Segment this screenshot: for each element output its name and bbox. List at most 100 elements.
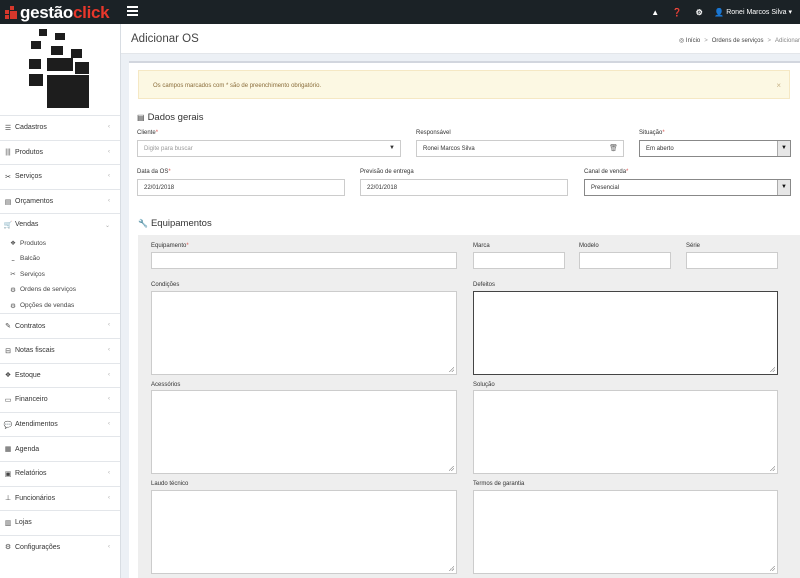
sidebar-item-financeiro[interactable]: ▭ Financeiro ‹ xyxy=(0,387,120,412)
sidebar-item-funcionarios[interactable]: ⊥ Funcionários ‹ xyxy=(0,485,120,511)
breadcrumb-section[interactable]: Ordens de serviços xyxy=(712,38,764,44)
responsavel-label: Responsável xyxy=(416,130,451,136)
chevron-left-icon: ‹ xyxy=(108,371,110,378)
condicoes-textarea[interactable] xyxy=(151,291,457,375)
cliente-label: Cliente* xyxy=(137,130,159,136)
condicoes-label: Condições xyxy=(151,282,180,288)
serie-label: Série xyxy=(686,243,701,249)
resize-handle-icon[interactable] xyxy=(449,367,454,372)
defeitos-label: Defeitos xyxy=(473,282,496,288)
gears-icon: ⚙ xyxy=(4,544,12,552)
canal-select[interactable]: Presencial ▼ xyxy=(584,179,791,196)
chevron-left-icon: ‹ xyxy=(108,494,110,501)
data-os-label: Data da OS* xyxy=(137,169,171,175)
menu-toggle-icon[interactable] xyxy=(127,6,138,16)
modelo-label: Modelo xyxy=(579,243,599,249)
wrench-icon: ⚙ xyxy=(10,286,16,294)
chevron-left-icon: ‹ xyxy=(108,197,110,204)
submenu-item-produtos[interactable]: ❖ Produtos xyxy=(0,235,120,251)
defeitos-textarea[interactable] xyxy=(473,291,778,375)
sidebar-item-estoque[interactable]: ❖ Estoque ‹ xyxy=(0,362,120,388)
sidebar-item-lojas[interactable]: ▥ Lojas xyxy=(0,510,120,535)
resize-handle-icon[interactable] xyxy=(770,466,775,471)
company-logo xyxy=(19,29,98,109)
resize-handle-icon[interactable] xyxy=(770,566,775,571)
select-arrow-icon: ▼ xyxy=(777,141,790,156)
canal-label: Canal de venda* xyxy=(584,169,629,175)
submenu-item-servicos[interactable]: ✂ Serviços xyxy=(0,267,120,283)
vendas-submenu: ❖ Produtos ⎵ Balcão ✂ Serviços ⚙ Ordens de s… xyxy=(0,235,120,313)
sidebar-item-atendimentos[interactable]: 💬 Atendimentos ‹ xyxy=(0,411,120,437)
sidebar-item-agenda[interactable]: ▦ Agenda xyxy=(0,436,120,461)
sidebar-item-configuracoes[interactable]: ⚙ Configurações ‹ xyxy=(0,534,120,560)
select-arrow-icon: ▼ xyxy=(777,180,790,195)
serie-input[interactable] xyxy=(686,252,778,269)
submenu-item-balcao[interactable]: ⎵ Balcão xyxy=(0,251,120,267)
submenu-item-opcoes-de-vendas[interactable]: ⚙ Opções de vendas xyxy=(0,298,120,314)
termos-textarea[interactable] xyxy=(473,490,778,574)
store-icon: ▥ xyxy=(4,519,12,527)
document-icon: ▤ xyxy=(4,198,12,206)
sidebar-item-notas-fiscais[interactable]: ⊟ Notas fiscais ‹ xyxy=(0,337,120,363)
marca-label: Marca xyxy=(473,243,490,249)
sidebar-item-contratos[interactable]: ✎ Contratos ‹ xyxy=(0,313,120,338)
breadcrumb-home[interactable]: Início xyxy=(686,38,700,44)
dropdown-arrow-icon: ▼ xyxy=(389,145,395,151)
sidebar: ☰ Cadastros ‹ ||| Produtos ‹ ✂ Serviços … xyxy=(0,24,121,578)
list-alt-icon: ▤ xyxy=(137,113,145,122)
resize-handle-icon[interactable] xyxy=(770,367,775,372)
alert-text: Os campos marcados com * são de preenchi… xyxy=(153,83,322,89)
cube-icon: ❖ xyxy=(10,240,16,248)
situacao-select[interactable]: Em aberto ▼ xyxy=(639,140,791,157)
solucao-textarea[interactable] xyxy=(473,390,778,474)
sidebar-item-produtos[interactable]: ||| Produtos ‹ xyxy=(0,139,120,165)
user-menu[interactable]: 👤 Ronei Marcos Silva ▾ xyxy=(710,8,800,17)
gears-icon[interactable]: ⚙ xyxy=(688,8,710,17)
chevron-left-icon: ‹ xyxy=(108,420,110,427)
resize-handle-icon[interactable] xyxy=(449,466,454,471)
cliente-input[interactable]: Digite para buscar ▼ xyxy=(137,140,401,157)
chevron-left-icon: ‹ xyxy=(108,346,110,353)
marca-input[interactable] xyxy=(473,252,565,269)
sidebar-item-servicos[interactable]: ✂ Serviços ‹ xyxy=(0,164,120,189)
wrench-icon: 🔧 xyxy=(138,219,148,228)
logo-text-white: gestão xyxy=(20,2,73,22)
required-fields-alert: Os campos marcados com * são de preenchi… xyxy=(138,70,790,99)
help-icon[interactable]: ❓ xyxy=(666,8,688,17)
previsao-label: Previsão de entrega xyxy=(360,169,414,175)
alert-close-icon[interactable]: × xyxy=(776,81,781,90)
chevron-left-icon: ‹ xyxy=(108,396,110,403)
equipamentos-panel: Equipamento* Marca Modelo Série Condiçõe… xyxy=(138,235,800,578)
chevron-left-icon: ‹ xyxy=(108,469,110,476)
basket-icon: 🛒 xyxy=(3,221,13,229)
resize-handle-icon[interactable] xyxy=(449,566,454,571)
sidebar-item-orcamentos[interactable]: ▤ Orçamentos ‹ xyxy=(0,188,120,214)
sidebar-item-relatorios[interactable]: ▣ Relatórios ‹ xyxy=(0,460,120,486)
chevron-left-icon: ‹ xyxy=(108,322,110,329)
sidebar-item-cadastros[interactable]: ☰ Cadastros ‹ xyxy=(0,115,120,140)
laudo-textarea[interactable] xyxy=(151,490,457,574)
modelo-input[interactable] xyxy=(579,252,671,269)
gear-icon: ⚙ xyxy=(10,302,16,310)
data-os-input[interactable]: 22/01/2018 xyxy=(137,179,345,196)
responsavel-input[interactable]: Ronei Marcos Silva 🗑 xyxy=(416,140,624,157)
users-icon: ⊥ xyxy=(4,495,12,503)
section-equipamentos: 🔧 Equipamentos xyxy=(138,218,212,229)
app-logo[interactable]: gestãoclick xyxy=(0,0,121,24)
dashboard-icon: ◎ xyxy=(678,38,685,44)
logo-text-red: click xyxy=(73,2,110,22)
acessorios-label: Acessórios xyxy=(151,382,181,388)
submenu-item-ordens-de-servicos[interactable]: ⚙ Ordens de serviços xyxy=(0,282,120,298)
equipamento-input[interactable] xyxy=(151,252,457,269)
laudo-label: Laudo técnico xyxy=(151,481,189,487)
previsao-input[interactable]: 22/01/2018 xyxy=(360,179,568,196)
acessorios-textarea[interactable] xyxy=(151,390,457,474)
termos-label: Termos de garantia xyxy=(473,481,525,487)
sidebar-item-vendas[interactable]: 🛒 Vendas ⌄ xyxy=(0,213,120,235)
equipamento-label: Equipamento* xyxy=(151,243,189,249)
chevron-left-icon: ‹ xyxy=(108,148,110,155)
counter-icon: ⎵ xyxy=(11,254,15,262)
warning-icon[interactable]: ▲ xyxy=(644,8,666,17)
trash-icon[interactable]: 🗑 xyxy=(609,144,618,152)
page-title: Adicionar OS xyxy=(131,33,199,45)
